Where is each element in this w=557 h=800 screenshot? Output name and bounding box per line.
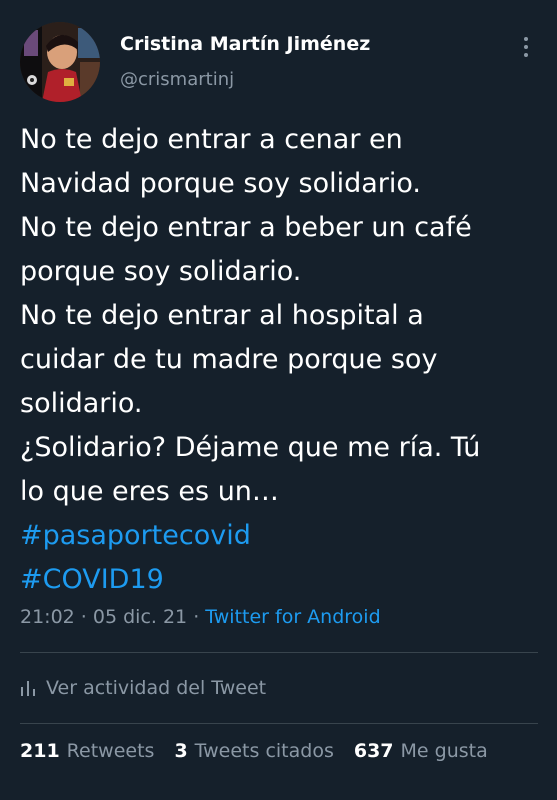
meta-separator: ·	[74, 606, 93, 628]
bar-chart-icon	[21, 681, 35, 696]
more-dots-icon	[524, 37, 528, 41]
hashtag-covid19-link[interactable]: #COVID19	[20, 558, 545, 602]
tweet-line: solidario.	[20, 388, 143, 419]
likes-label: Me gusta	[400, 740, 488, 762]
tweet-header: Cristina Martín Jiménez @crismartinj	[0, 0, 557, 110]
tweet-line: No te dejo entrar a beber un café	[20, 212, 472, 243]
likes-stat[interactable]: 637 Me gusta	[354, 740, 488, 762]
author-name[interactable]: Cristina Martín Jiménez	[120, 33, 370, 55]
meta-separator: ·	[187, 606, 206, 628]
tweet-line: ¿Solidario? Déjame que me ría. Tú	[20, 432, 481, 463]
tweet-time[interactable]: 21:02	[20, 606, 75, 628]
tweet-line: No te dejo entrar al hospital a	[20, 300, 424, 331]
avatar[interactable]	[20, 22, 100, 102]
tweet-line: Navidad porque soy solidario.	[20, 168, 422, 199]
likes-count: 637	[353, 740, 394, 762]
divider	[20, 652, 538, 653]
quotes-label: Tweets citados	[194, 740, 334, 762]
view-activity-label: Ver actividad del Tweet	[46, 677, 267, 699]
divider	[20, 723, 538, 724]
view-activity-button[interactable]: Ver actividad del Tweet	[20, 670, 266, 706]
tweet-line: No te dejo entrar a cenar en	[20, 124, 403, 155]
retweets-label: Retweets	[66, 740, 155, 762]
retweets-count: 211	[20, 740, 60, 762]
tweet-line: cuidar de tu madre porque soy	[20, 344, 438, 375]
tweet-meta: 21:02 · 05 dic. 21 · Twitter for Android	[20, 606, 381, 628]
tweet-text: No te dejo entrar a cenar en Navidad por…	[20, 118, 545, 602]
tweet-stats: 211 Retweets 3 Tweets citados 637 Me gusta	[20, 740, 488, 762]
more-options-button[interactable]	[516, 32, 536, 62]
hashtag-pasaportecovid-link[interactable]: #pasaportecovid	[20, 514, 545, 558]
tweet-date[interactable]: 05 dic. 21	[93, 606, 187, 628]
avatar-image	[20, 22, 100, 102]
retweets-stat[interactable]: 211 Retweets	[20, 740, 154, 762]
quotes-count: 3	[174, 740, 188, 762]
tweet-line: lo que eres es un…	[20, 476, 279, 507]
quote-tweets-stat[interactable]: 3 Tweets citados	[174, 740, 333, 762]
tweet-line: porque soy solidario.	[20, 256, 302, 287]
tweet-source-link[interactable]: Twitter for Android	[205, 606, 380, 628]
author-handle[interactable]: @crismartinj	[120, 69, 234, 90]
